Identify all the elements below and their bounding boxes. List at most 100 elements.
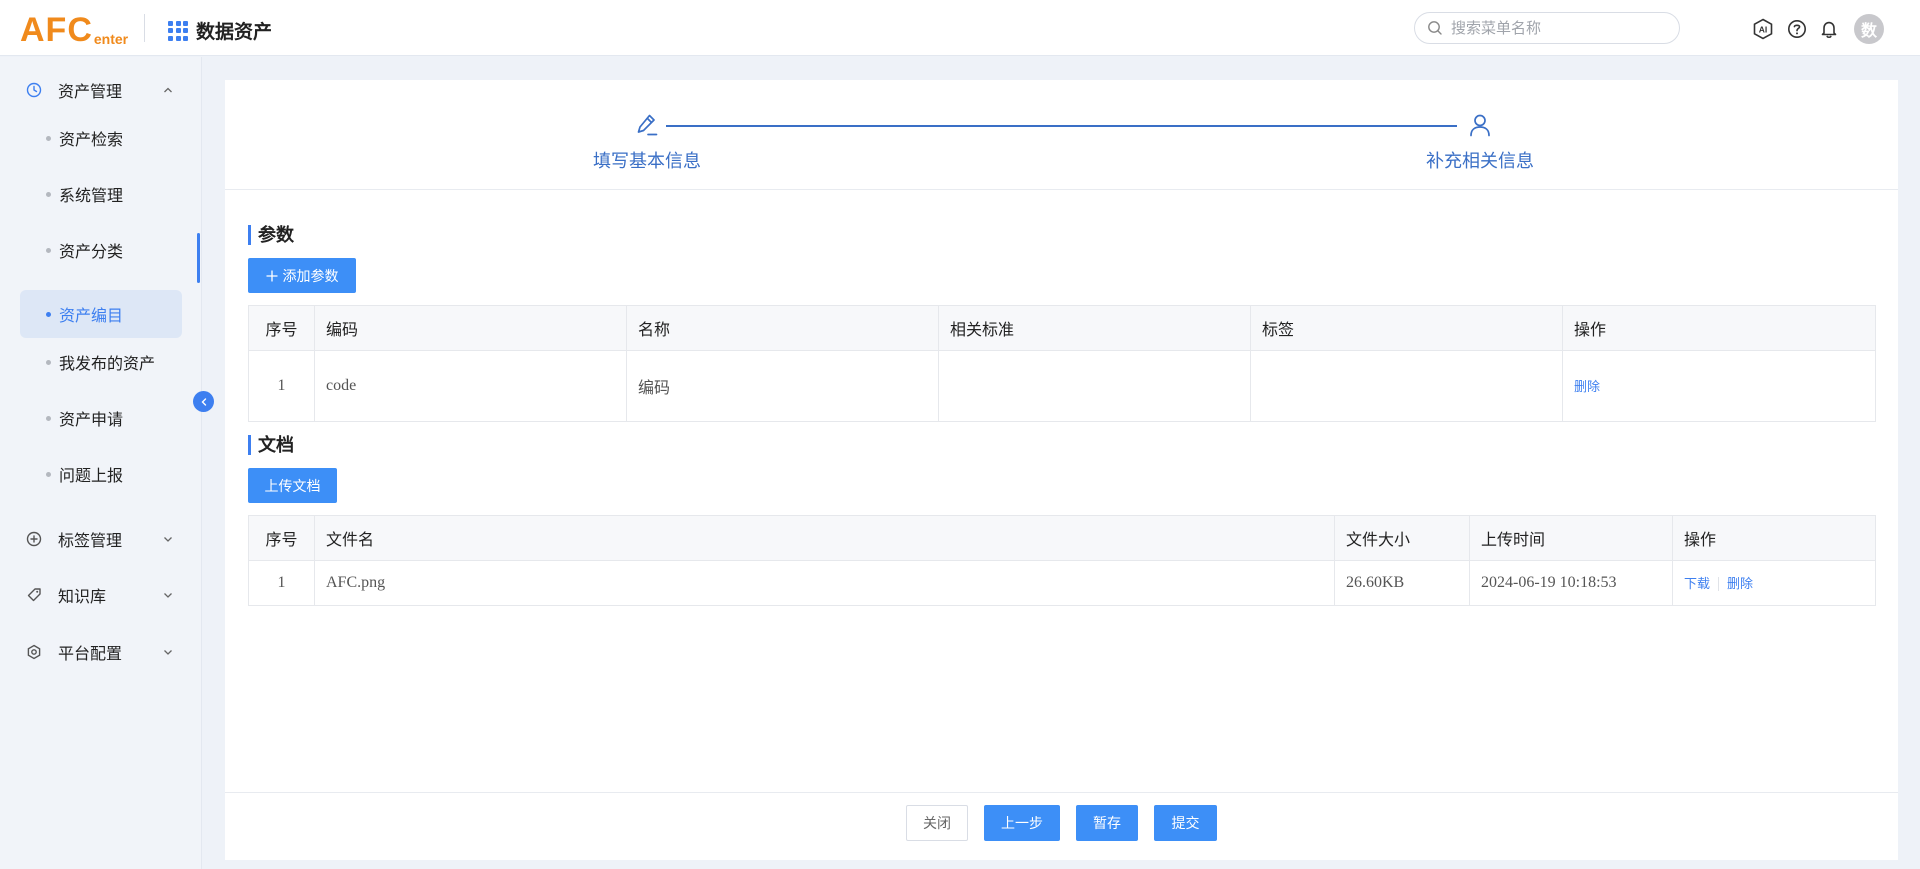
bullet-dot-icon (46, 191, 51, 197)
sidebar-group-asset-management[interactable]: 资产管理 (20, 70, 182, 110)
sidebar-item-label: 资产分类 (59, 244, 124, 261)
doc-filename: AFC.png (314, 560, 1335, 606)
sidebar-item-system-management[interactable]: 系统管理 (20, 171, 182, 217)
param-name: 编码 (626, 350, 939, 422)
sidebar-group-tag-management[interactable]: 标签管理 (20, 519, 182, 559)
column-header: 文件名 (314, 515, 1335, 561)
column-header: 相关标准 (938, 305, 1251, 351)
header-divider (144, 14, 145, 42)
chevron-down-icon (162, 588, 174, 606)
column-header: 操作 (1562, 305, 1876, 351)
main-panel: 填写基本信息 补充相关信息 参数 添加参数 序号 编码 名称 相关标准 标签 操… (225, 80, 1898, 860)
bullet-dot-icon (46, 359, 51, 365)
row-index: 1 (248, 560, 315, 606)
sidebar-group-label: 平台配置 (58, 646, 123, 663)
bullet-dot-icon (46, 471, 51, 477)
logo[interactable]: AFC enter (20, 8, 128, 48)
column-header: 文件大小 (1334, 515, 1470, 561)
param-actions: 删除 (1562, 350, 1876, 422)
step-label: 填写基本信息 (593, 151, 701, 171)
settings-icon (26, 644, 42, 660)
logo-sub-text: enter (93, 31, 129, 47)
sidebar-item-asset-request[interactable]: 资产申请 (20, 395, 182, 441)
step-basic-info[interactable]: 填写基本信息 (587, 110, 707, 173)
user-icon (1465, 110, 1495, 140)
chevron-down-icon (162, 645, 174, 663)
sidebar-collapse-button[interactable] (193, 391, 214, 412)
table-header-row: 序号 文件名 文件大小 上传时间 操作 (248, 515, 1876, 561)
step-connector-line (666, 125, 1457, 127)
column-header: 标签 (1250, 305, 1563, 351)
sidebar-group-knowledge-base[interactable]: 知识库 (20, 575, 182, 615)
save-draft-button[interactable]: 暂存 (1076, 805, 1138, 841)
params-table: 序号 编码 名称 相关标准 标签 操作 1 code 编码 删除 (248, 305, 1876, 422)
column-header: 序号 (248, 305, 315, 351)
help-icon[interactable] (1786, 18, 1808, 40)
doc-actions: 下载 删除 (1672, 560, 1876, 606)
action-separator (1718, 577, 1720, 592)
search-icon (1428, 21, 1442, 35)
app-title: 数据资产 (196, 22, 273, 43)
delete-doc-link[interactable]: 删除 (1727, 576, 1753, 591)
plus-circle-icon (26, 531, 42, 547)
sidebar-group-label: 标签管理 (58, 533, 123, 550)
table-header-row: 序号 编码 名称 相关标准 标签 操作 (248, 305, 1876, 351)
chevron-up-icon (162, 83, 174, 101)
plus-icon (265, 269, 278, 282)
sidebar-item-label: 资产检索 (59, 132, 124, 149)
table-row: 1 code 编码 删除 (248, 350, 1876, 422)
close-button[interactable]: 关闭 (906, 805, 968, 841)
sidebar-item-issue-report[interactable]: 问题上报 (20, 451, 182, 497)
docs-section-title: 文档 (248, 435, 294, 455)
param-code: code (314, 350, 627, 422)
docs-table: 序号 文件名 文件大小 上传时间 操作 1 AFC.png 26.60KB 20… (248, 515, 1876, 606)
sidebar-item-label: 我发布的资产 (59, 356, 156, 373)
params-section-title: 参数 (248, 225, 294, 245)
sidebar-active-indicator (197, 233, 200, 283)
sidebar: 资产管理 资产检索 系统管理 资产分类 资产编目 我发布的资产 资产申请 问题上… (0, 57, 202, 869)
delete-param-link[interactable]: 删除 (1574, 379, 1600, 394)
step-supplement-info[interactable]: 补充相关信息 (1420, 110, 1540, 173)
column-header: 序号 (248, 515, 315, 561)
download-doc-link[interactable]: 下载 (1684, 576, 1710, 591)
step-label: 补充相关信息 (1426, 151, 1534, 171)
doc-size: 26.60KB (1334, 560, 1470, 606)
prev-step-button[interactable]: 上一步 (984, 805, 1060, 841)
clock-icon (26, 82, 42, 98)
column-header: 上传时间 (1469, 515, 1673, 561)
param-standard (938, 350, 1251, 422)
bullet-dot-icon (46, 247, 51, 253)
search-input[interactable] (1451, 19, 1671, 37)
sidebar-item-my-published-assets[interactable]: 我发布的资产 (20, 339, 182, 385)
sidebar-item-label: 资产编目 (59, 308, 124, 325)
form-footer: 关闭 上一步 暂存 提交 (225, 792, 1898, 860)
sidebar-item-asset-catalog[interactable]: 资产编目 (20, 290, 182, 338)
add-param-label: 添加参数 (282, 267, 339, 284)
submit-button[interactable]: 提交 (1154, 805, 1217, 841)
avatar[interactable]: 数 (1854, 14, 1884, 44)
app-switcher[interactable]: 数据资产 (168, 17, 272, 44)
bullet-dot-icon (46, 135, 51, 141)
menu-search[interactable] (1414, 12, 1680, 44)
upload-doc-button[interactable]: 上传文档 (248, 468, 337, 503)
sidebar-item-asset-category[interactable]: 资产分类 (20, 227, 182, 273)
sidebar-group-platform-config[interactable]: 平台配置 (20, 632, 182, 672)
column-header: 编码 (314, 305, 627, 351)
bell-icon[interactable] (1818, 18, 1840, 40)
logo-main-text: AFC (20, 11, 93, 49)
ai-icon[interactable]: AI (1752, 18, 1774, 40)
sidebar-group-label: 资产管理 (58, 84, 123, 101)
sidebar-group-label: 知识库 (58, 589, 107, 606)
sidebar-item-asset-search[interactable]: 资产检索 (20, 115, 182, 161)
add-param-button[interactable]: 添加参数 (248, 258, 356, 293)
row-index: 1 (248, 350, 315, 422)
chevron-left-icon (201, 397, 206, 406)
tag-icon (26, 587, 42, 603)
param-tag (1250, 350, 1563, 422)
step-indicator: 填写基本信息 补充相关信息 (225, 80, 1898, 190)
bullet-dot-icon (46, 415, 51, 421)
chevron-down-icon (162, 532, 174, 550)
sidebar-item-label: 系统管理 (59, 188, 124, 205)
column-header: 操作 (1672, 515, 1876, 561)
sidebar-item-label: 问题上报 (59, 468, 124, 485)
